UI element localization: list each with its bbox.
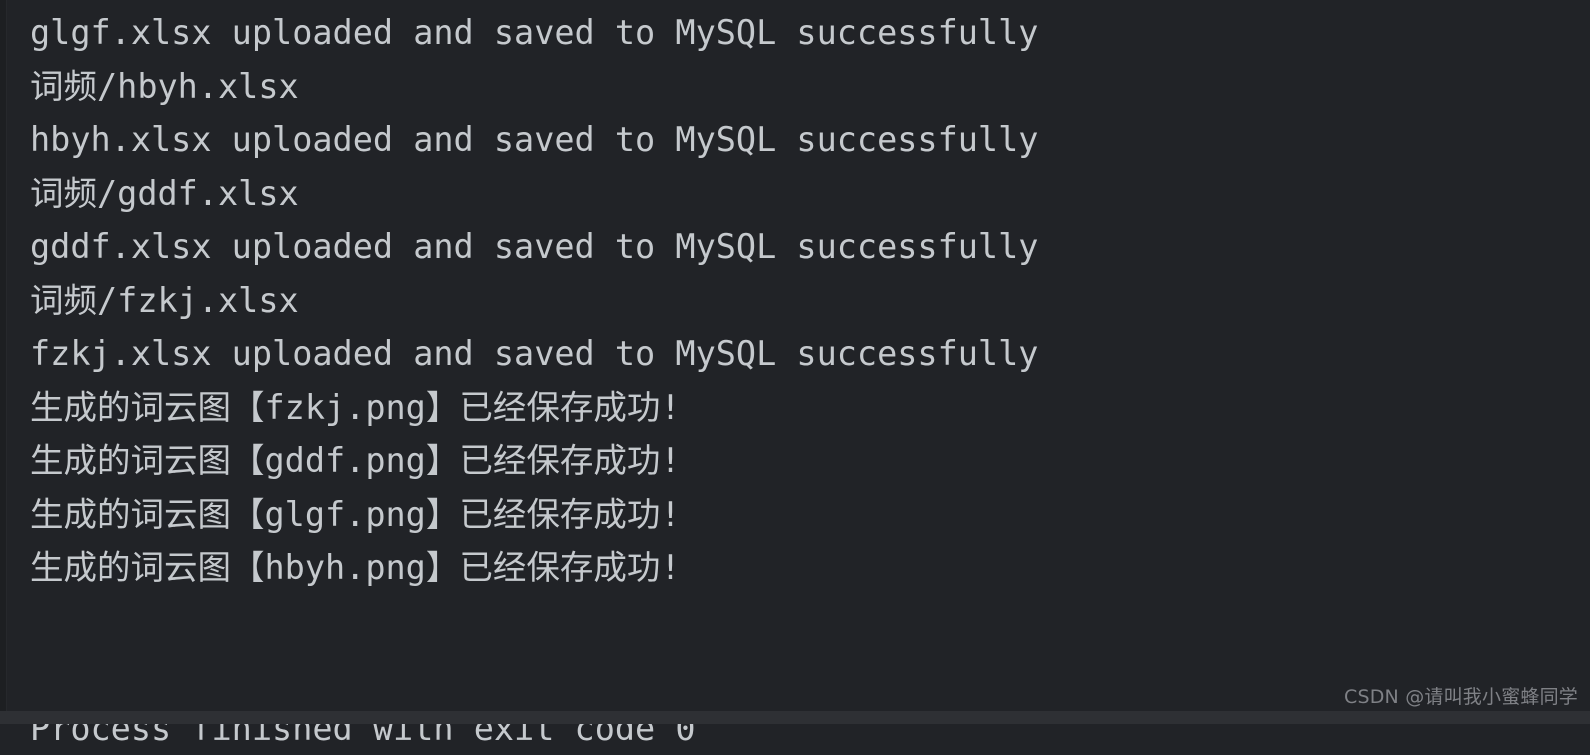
console-line: 词频/hbyh.xlsx: [30, 60, 1590, 114]
console-line: 生成的词云图【fzkj.png】已经保存成功!: [30, 381, 1590, 435]
console-line: hbyh.xlsx uploaded and saved to MySQL su…: [30, 113, 1590, 167]
console-bottom-bar: [0, 711, 1590, 724]
console-gutter-divider: [6, 0, 7, 711]
console-line: [30, 595, 1590, 649]
console-line: 词频/fzkj.xlsx: [30, 274, 1590, 328]
console-output-text[interactable]: glgf.xlsx uploaded and saved to MySQL su…: [30, 6, 1590, 755]
console-line: 生成的词云图【hbyh.png】已经保存成功!: [30, 541, 1590, 595]
console-line: 生成的词云图【glgf.png】已经保存成功!: [30, 488, 1590, 542]
console-line: Process finished with exit code 0: [30, 702, 1590, 755]
console-line: glgf.xlsx uploaded and saved to MySQL su…: [30, 6, 1590, 60]
run-console-window: glgf.xlsx uploaded and saved to MySQL su…: [0, 0, 1590, 724]
console-line: 生成的词云图【gddf.png】已经保存成功!: [30, 434, 1590, 488]
console-line: 词频/gddf.xlsx: [30, 167, 1590, 221]
console-line: gddf.xlsx uploaded and saved to MySQL su…: [30, 220, 1590, 274]
console-line: fzkj.xlsx uploaded and saved to MySQL su…: [30, 327, 1590, 381]
csdn-watermark: CSDN @请叫我小蜜蜂同学: [1344, 686, 1578, 708]
